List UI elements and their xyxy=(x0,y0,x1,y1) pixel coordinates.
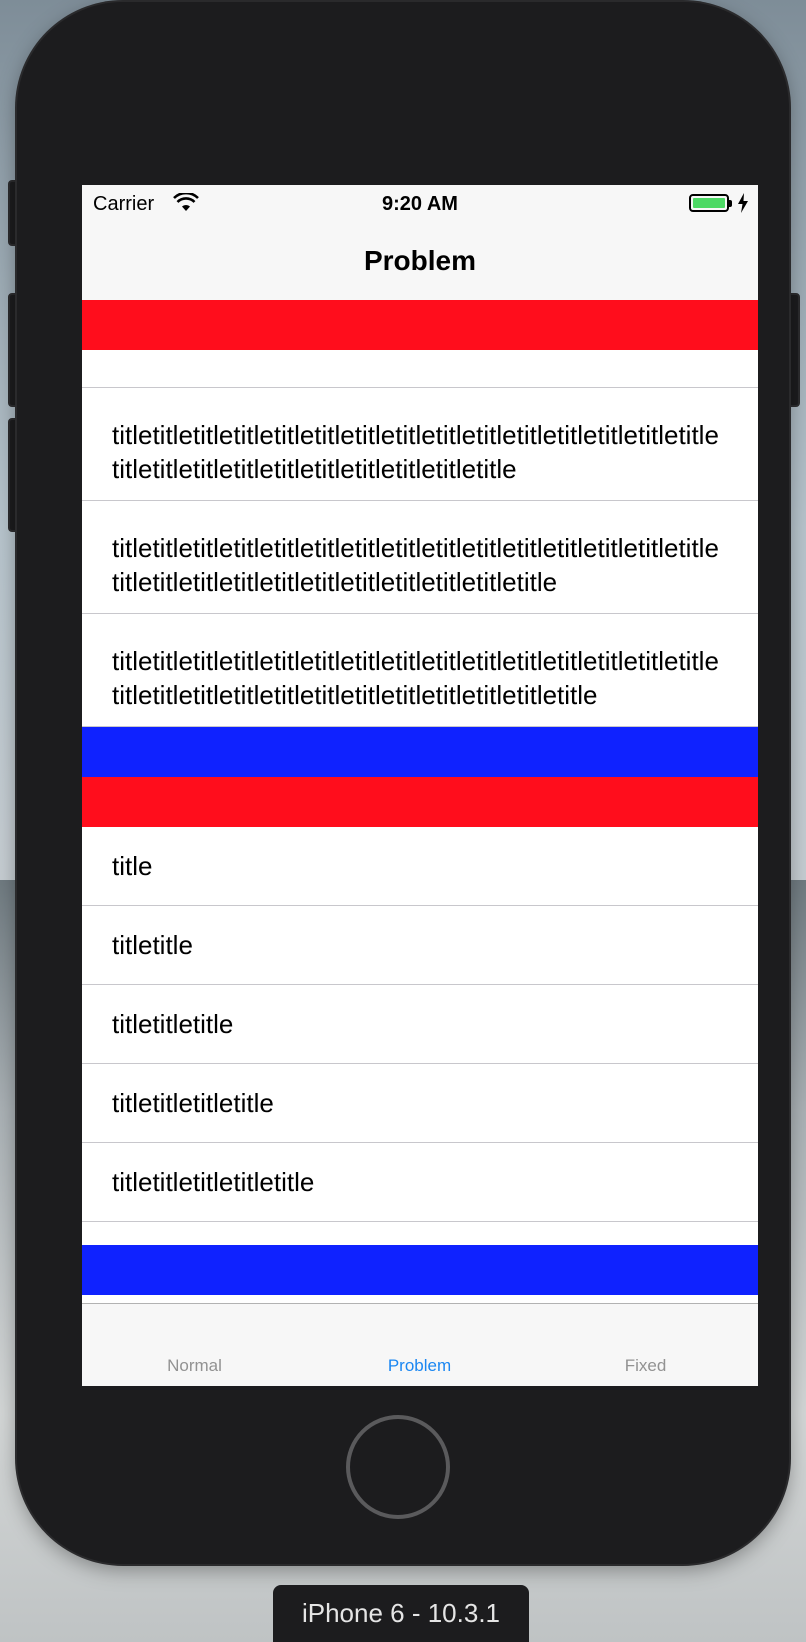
tab-label: Normal xyxy=(167,1356,222,1375)
cell-label: titletitletitle xyxy=(112,1009,234,1039)
section-footer-blue xyxy=(82,1245,758,1295)
tab-label: Fixed xyxy=(624,1356,667,1375)
table-row[interactable]: titletitletitletitletitletitletitletitle… xyxy=(82,501,758,614)
section-footer-blue xyxy=(82,727,758,777)
simulator-device-frame: Carrier 9:20 AM Problem letitletitletitl… xyxy=(17,2,789,1564)
table-row[interactable]: titletitletitletitletitle xyxy=(82,1143,758,1222)
cell-label: titletitle xyxy=(112,930,193,960)
battery-cap xyxy=(729,200,732,207)
status-time: 9:20 AM xyxy=(382,193,458,215)
charging-bolt-icon xyxy=(738,193,748,213)
device-screen: Carrier 9:20 AM Problem letitletitletitl… xyxy=(82,185,758,1386)
tab-label: Problem xyxy=(387,1356,452,1375)
table-view[interactable]: letitletitletitletitletitletitletitletit… xyxy=(82,300,758,1303)
table-row[interactable]: titletitletitle xyxy=(82,985,758,1064)
tab-fixed[interactable]: Fixed xyxy=(533,1304,758,1386)
table-row[interactable]: title xyxy=(82,827,758,906)
page-title: Problem xyxy=(363,245,477,276)
device-label: iPhone 6 - 10.3.1 xyxy=(273,1585,529,1642)
cell-label: titletitletitletitle xyxy=(112,1088,274,1118)
table-row[interactable]: titletitletitletitletitletitletitletitle… xyxy=(82,388,758,501)
cell-label: titletitletitletitletitletitletitletitle… xyxy=(112,646,719,710)
cell-label: titletitletitletitletitle xyxy=(112,1167,315,1197)
table-row[interactable]: titletitletitletitle xyxy=(82,1064,758,1143)
tab-bar: Normal Problem Fixed xyxy=(82,1303,758,1386)
home-button[interactable] xyxy=(346,1415,450,1519)
table-row[interactable]: titletitletitletitletitletitletitletitle… xyxy=(82,614,758,727)
section-header-red xyxy=(82,777,758,827)
navigation-bar: Problem xyxy=(82,225,758,301)
status-bar: Carrier 9:20 AM xyxy=(82,185,758,225)
battery-level xyxy=(693,198,725,208)
table-row[interactable]: titletitle xyxy=(82,906,758,985)
cell-label: titletitletitletitletitletitletitletitle… xyxy=(112,533,719,597)
battery-icon xyxy=(689,194,729,212)
cell-label: titletitletitletitletitletitletitletitle… xyxy=(112,420,719,484)
section-header-red xyxy=(82,300,758,350)
tab-normal[interactable]: Normal xyxy=(82,1304,307,1386)
tab-problem[interactable]: Problem xyxy=(307,1304,532,1386)
cell-label: title xyxy=(112,851,153,881)
